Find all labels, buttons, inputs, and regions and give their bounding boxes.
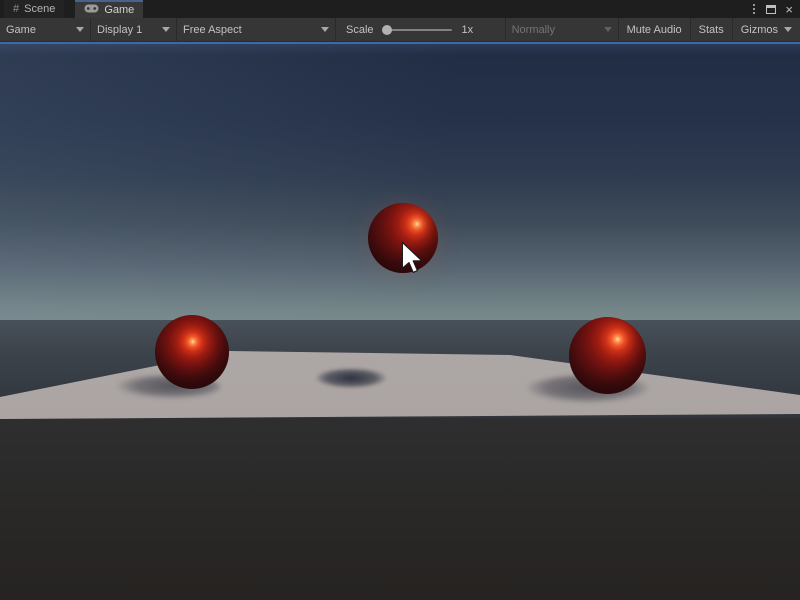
menu-icon[interactable] [751,2,757,16]
near-dark-ground [0,418,800,600]
mute-audio-button[interactable]: Mute Audio [619,18,690,42]
red-sphere-right[interactable] [569,317,646,394]
aspect-ratio-label: Free Aspect [183,24,315,36]
separator [335,18,336,42]
floating-sphere-shadow [316,368,386,388]
display-label: Display 1 [97,24,156,36]
chevron-down-icon [784,27,792,32]
unity-game-view-window: # Scene Game × Game Display 1 [0,0,800,600]
scale-slider-knob[interactable] [382,25,392,35]
close-icon[interactable]: × [785,3,793,16]
play-focus-dropdown: Normally [506,18,618,42]
game-render-viewport[interactable] [0,44,800,600]
view-mode-label: Game [6,24,70,36]
red-sphere-left[interactable] [155,315,229,389]
aspect-ratio-dropdown[interactable]: Free Aspect [177,18,335,42]
mouse-cursor-icon [401,241,425,283]
scale-label: Scale [346,24,374,36]
scale-control: Scale 1x [346,24,473,36]
sky-tint-overlay [0,44,800,320]
display-dropdown[interactable]: Display 1 [91,18,176,42]
tab-game-label: Game [104,4,134,16]
maximize-icon[interactable] [766,5,776,14]
play-focus-label: Normally [512,24,598,36]
tab-bar: # Scene Game × [0,0,800,18]
scale-slider[interactable] [382,29,452,31]
chevron-down-icon [604,27,612,32]
stats-label: Stats [699,24,724,36]
view-mode-dropdown[interactable]: Game [0,18,90,42]
chevron-down-icon [76,27,84,32]
game-view-toolbar: Game Display 1 Free Aspect Scale 1x Norm… [0,18,800,42]
tab-game[interactable]: Game [75,0,143,18]
gizmos-dropdown[interactable]: Gizmos [733,18,800,42]
scale-value: 1x [462,24,474,36]
mute-audio-label: Mute Audio [627,24,682,36]
gamepad-icon [84,4,99,16]
chevron-down-icon [162,27,170,32]
focused-view-highlight-line [0,42,800,44]
scene-grid-icon: # [13,4,19,15]
tab-scene-label: Scene [24,3,55,15]
chevron-down-icon [321,27,329,32]
tab-scene[interactable]: # Scene [4,0,64,18]
gizmos-label: Gizmos [741,24,778,36]
stats-button[interactable]: Stats [691,18,732,42]
window-controls: × [751,0,800,18]
